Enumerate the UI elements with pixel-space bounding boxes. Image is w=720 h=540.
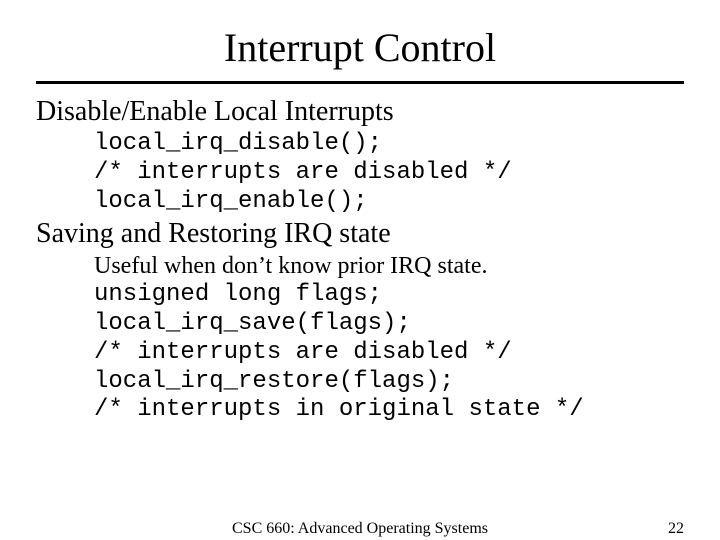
footer-page-number: 22 [668,520,684,538]
section-heading-2: Saving and Restoring IRQ state [36,218,684,250]
slide-title: Interrupt Control [36,24,684,71]
footer-course: CSC 660: Advanced Operating Systems [0,520,720,538]
section-heading-1: Disable/Enable Local Interrupts [36,96,684,128]
code-block-1: local_irq_disable(); /* interrupts are d… [94,130,684,216]
slide: Interrupt Control Disable/Enable Local I… [0,0,720,540]
code-block-2: unsigned long flags; local_irq_save(flag… [94,281,684,425]
title-rule [36,81,684,84]
section-note-2: Useful when don’t know prior IRQ state. [94,252,684,281]
